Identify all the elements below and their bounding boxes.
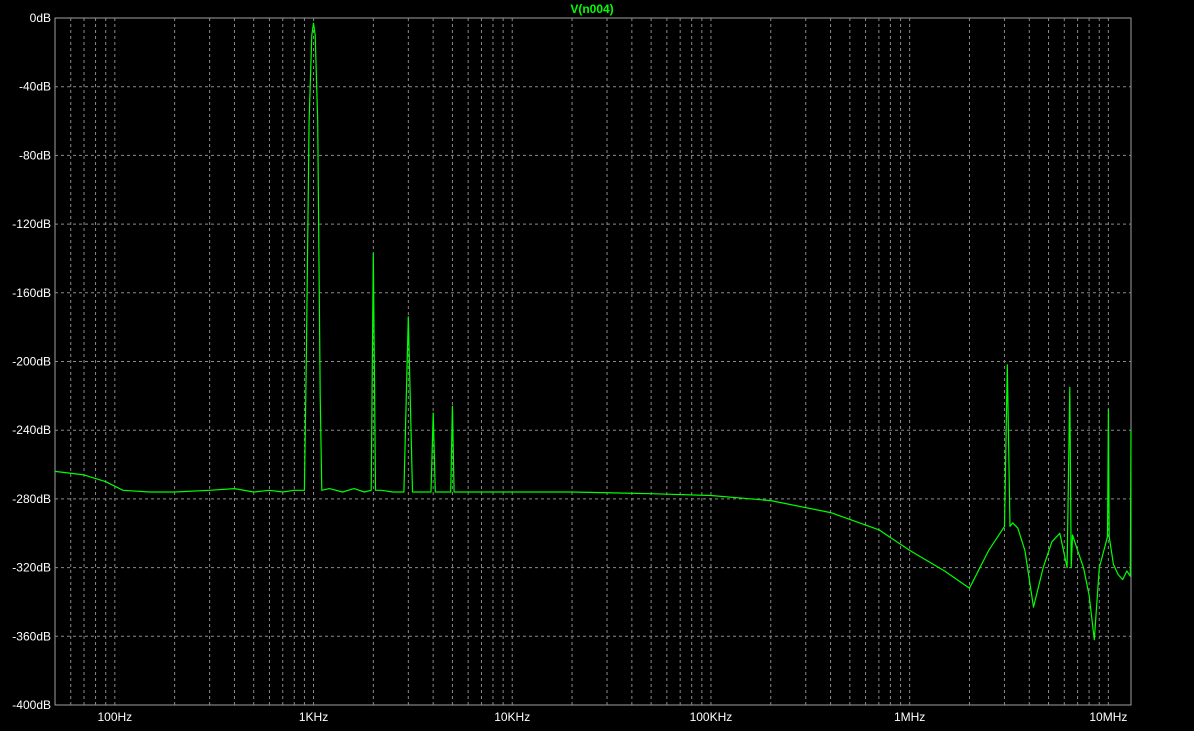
- tick-labels: 0dB -40dB -80dB -120dB -160dB -200dB -240dB -28…: [12, 11, 1127, 724]
- x-tick-label: 10KHz: [494, 710, 530, 724]
- y-tick-label: -160dB: [12, 286, 51, 300]
- chart-title: V(n004): [570, 2, 613, 16]
- y-tick-label: -280dB: [12, 492, 51, 506]
- y-tick-label: -120dB: [12, 217, 51, 231]
- y-tick-label: -40dB: [19, 80, 51, 94]
- y-tick-label: -80dB: [19, 148, 51, 162]
- x-tick-label: 10MHz: [1089, 710, 1127, 724]
- x-tick-label: 100Hz: [97, 710, 132, 724]
- y-tick-label: -400dB: [12, 698, 51, 712]
- y-tick-label: -200dB: [12, 355, 51, 369]
- x-tick-label: 1MHz: [894, 710, 925, 724]
- spectrum-plot: 0dB -40dB -80dB -120dB -160dB -200dB -240dB -28…: [12, 2, 1132, 724]
- x-tick-label: 1KHz: [299, 710, 328, 724]
- y-tick-label: -360dB: [12, 629, 51, 643]
- grid-lines: [55, 18, 1131, 705]
- y-tick-label: -320dB: [12, 561, 51, 575]
- y-tick-label: -240dB: [12, 423, 51, 437]
- x-tick-label: 100KHz: [690, 710, 733, 724]
- y-tick-label: 0dB: [30, 11, 51, 25]
